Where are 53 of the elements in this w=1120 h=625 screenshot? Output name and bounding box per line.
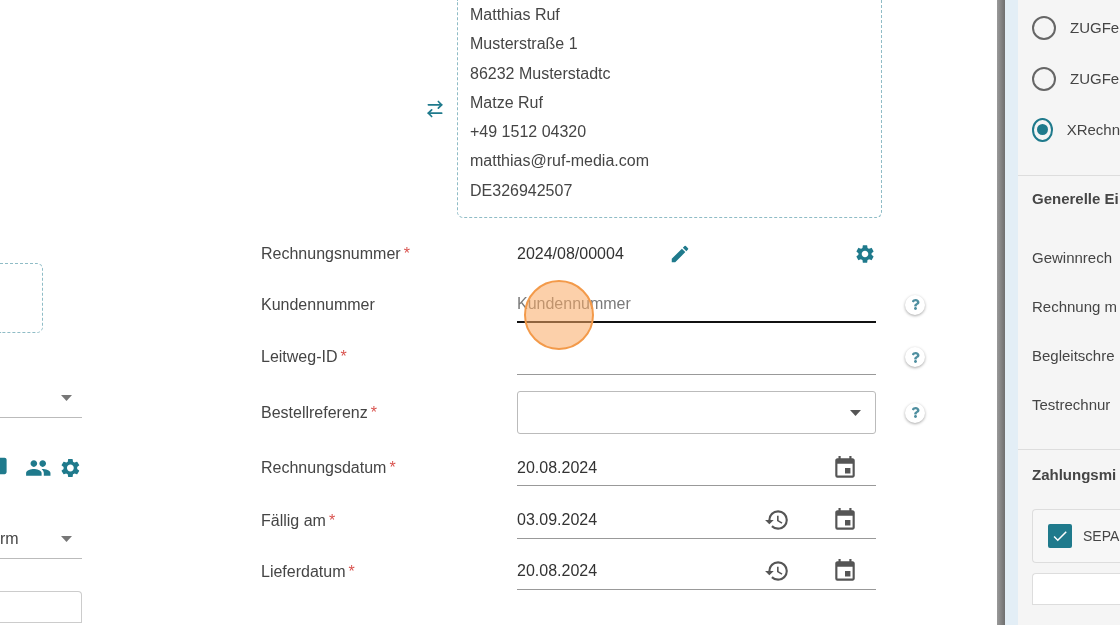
field-label: Fällig am [261, 511, 326, 529]
input-field[interactable] [0, 591, 82, 623]
dropdown-arrow-icon [850, 409, 861, 416]
radio-label: ZUGFe [1070, 19, 1120, 36]
settings-icon[interactable] [854, 243, 876, 266]
required-mark: * [348, 562, 355, 580]
field-label: Lieferdatum [261, 562, 346, 580]
field-label: Leitweg-ID [261, 348, 338, 366]
calendar-icon[interactable] [832, 454, 858, 481]
dashed-card [0, 263, 43, 333]
help-icon[interactable] [905, 347, 925, 368]
dropdown-arrow-icon [61, 395, 72, 401]
dropdown-field[interactable]: rm [0, 520, 82, 559]
required-mark: * [389, 459, 396, 477]
section-title: Generelle Ei [1032, 190, 1120, 207]
date-field[interactable]: 20.08.2024 [517, 553, 876, 590]
option-label: Gewinnrech [1032, 248, 1114, 268]
radio-button[interactable] [1032, 117, 1053, 142]
required-mark: * [328, 511, 336, 529]
address-line: Musterstraße 1 [470, 34, 579, 55]
radio-button[interactable] [1032, 15, 1056, 40]
checkbox[interactable] [1048, 524, 1072, 548]
field-label: Bestellreferenz [261, 403, 368, 421]
address-line: +49 1512 04320 [470, 122, 588, 143]
radio-label: ZUGFe [1070, 70, 1120, 87]
address-line: Matthias Ruf [470, 5, 561, 25]
dropdown-field[interactable] [517, 391, 876, 435]
option-label: Testrechnur [1032, 395, 1112, 415]
required-mark: * [340, 348, 347, 366]
option-label: Begleitschre [1032, 346, 1116, 366]
required-mark: * [403, 245, 410, 263]
option-label: Rechnung m [1032, 297, 1119, 317]
address-line: 86232 Musterstadtc [470, 63, 612, 84]
dropdown-arrow-icon [61, 536, 72, 542]
date-field[interactable]: 20.08.2024 [517, 450, 876, 487]
section-title: Zahlungsmi [1032, 466, 1118, 483]
field-label: Rechnungsdatum [261, 459, 387, 477]
required-mark: * [370, 403, 377, 421]
field-label: Kundennummer [261, 295, 375, 313]
radio-label: XRechn [1066, 121, 1120, 138]
address-line: DE326942507 [470, 180, 574, 201]
swap-icon[interactable] [425, 99, 445, 120]
payment-card[interactable]: SEPA [1032, 509, 1120, 563]
help-icon[interactable] [905, 294, 925, 315]
address-line: Matze Ruf [470, 92, 544, 113]
help-icon[interactable] [905, 402, 925, 423]
payment-label: SEPA [1083, 528, 1120, 544]
date-field[interactable]: 03.09.2024 [517, 502, 876, 539]
field-label: Rechnungsnummer [261, 245, 401, 263]
radio-button[interactable] [1032, 66, 1056, 91]
settings-icon[interactable] [59, 456, 82, 480]
invoice-number: 2024/08/00004 [517, 245, 625, 264]
address-line: matthias@ruf-media.com [470, 151, 650, 172]
